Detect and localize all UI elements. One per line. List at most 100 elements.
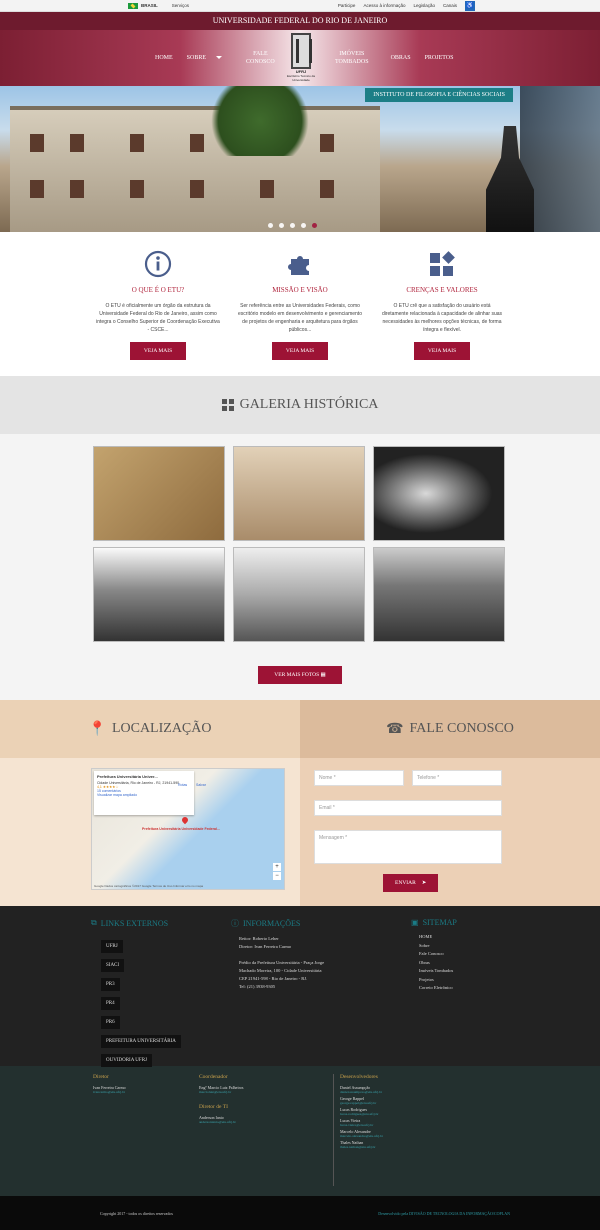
- ext-link-pr4[interactable]: PR4: [101, 997, 120, 1010]
- location-title: LOCALIZAÇÃO: [111, 721, 212, 736]
- gov-link-participe[interactable]: Participe: [338, 3, 356, 8]
- team-section: Diretor Ivan Ferreira Carmo ivancarmo@et…: [0, 1066, 600, 1196]
- coordinator-heading: Coordenador: [199, 1074, 228, 1080]
- info-line: CEP 21941-598 - Rio de Janeiro - RJ.: [239, 976, 308, 981]
- message-textarea[interactable]: Mensagem *: [314, 830, 502, 864]
- gallery-photo-2[interactable]: [233, 446, 365, 541]
- email-input[interactable]: Email *: [314, 800, 502, 816]
- map-footer: Google Dados cartográficos ©2017 Google …: [94, 884, 204, 888]
- ext-link-ouvidoria[interactable]: OUVIDORIA UFRJ: [101, 1054, 152, 1067]
- paper-plane-icon: ➤: [421, 880, 427, 886]
- gallery-photo-6[interactable]: [373, 547, 505, 642]
- nav-obras[interactable]: OBRAS: [391, 55, 411, 61]
- contact-panel: ☎ FALE CONOSCO Nome * Telefone * Email *…: [300, 700, 600, 906]
- sitemap-imoveis[interactable]: Imóveis Tombados: [419, 967, 457, 976]
- dev-email[interactable]: marcelo.alexandre@etu.ufrj.br: [340, 1134, 383, 1138]
- veja-mais-button[interactable]: VEJA MAIS: [271, 342, 329, 360]
- info-heading: ⓘ INFORMAÇÕES: [231, 918, 411, 929]
- copyright-text: Copyright 2017 - todos os direitos reser…: [100, 1210, 173, 1216]
- gallery-photo-3[interactable]: [373, 446, 505, 541]
- etu-logo[interactable]: UFRJ Escritório Técnico da Universidade: [285, 33, 317, 83]
- zoom-out-button[interactable]: −: [273, 872, 281, 880]
- feature-title: MISSÃO E VISÃO: [272, 286, 328, 294]
- brazil-flag-icon[interactable]: [128, 2, 138, 9]
- send-button[interactable]: ENVIAR ➤: [383, 874, 439, 892]
- dev-email[interactable]: daniel.assumpcao@etu.ufrj.br: [340, 1090, 383, 1094]
- ext-link-prefeitura[interactable]: PREFEITURA UNIVERSITÁRIA: [101, 1035, 181, 1048]
- nav-fale-conosco[interactable]: FALE CONOSCO: [246, 50, 275, 66]
- dev-email[interactable]: thales.nathan@etu.ufrj.br: [340, 1145, 383, 1149]
- sitemap-sobre[interactable]: Sobre: [419, 942, 457, 951]
- ti-heading: Diretor de TI: [199, 1104, 228, 1110]
- dev-email[interactable]: george.rappel@etu.ufrj.br: [340, 1101, 383, 1105]
- feature-title: O QUE É O ETU?: [131, 286, 185, 294]
- info-line: Diretor: Ivan Ferreira Carmo: [239, 944, 292, 949]
- phone-input[interactable]: Telefone *: [412, 770, 502, 786]
- feature-text: O ETU é oficialmente um órgão da estrutu…: [96, 303, 220, 333]
- external-links-heading: ⧉ LINKS EXTERNOS: [91, 918, 231, 928]
- sitemap-obras[interactable]: Obras: [419, 959, 457, 968]
- gov-link-legislacao[interactable]: Legislação: [413, 3, 435, 8]
- sitemap-fale-conosco[interactable]: Fale Conosco: [419, 950, 457, 959]
- nav-home[interactable]: HOME: [155, 55, 173, 61]
- nav-imoveis-line2: TOMBADOS: [335, 59, 369, 65]
- map-save-button[interactable]: Salvar: [196, 783, 206, 787]
- sitemap-heading: ▣ SITEMAP: [411, 918, 457, 927]
- ti-email[interactable]: andersonianio@etu.ufrj.br: [199, 1120, 327, 1124]
- map-routes-button[interactable]: Rotas: [178, 783, 187, 787]
- ver-mais-fotos-button[interactable]: VER MAIS FOTOS ▦: [258, 666, 342, 684]
- main-nav: HOME SOBRE FALE CONOSCO UFRJ Escritório T…: [0, 30, 600, 86]
- gov-link-canais[interactable]: Canais: [443, 3, 457, 8]
- gov-bar: BRASIL Serviços Participe Acesso à infor…: [0, 0, 600, 12]
- dev-email[interactable]: lucas.rodrigues@etu.ufrj.br: [340, 1112, 383, 1116]
- sitemap-projetos[interactable]: Projetos: [419, 976, 457, 985]
- grid-icon: [221, 399, 234, 411]
- hero-institute-label: INSTITUTO DE FILOSOFIA E CIÊNCIAS SOCIAI…: [365, 88, 513, 102]
- sitemap-icon: ▣: [411, 918, 419, 927]
- gov-brasil-link[interactable]: BRASIL: [141, 3, 158, 8]
- hero-carousel[interactable]: INSTITUTO DE FILOSOFIA E CIÊNCIAS SOCIAI…: [0, 86, 600, 232]
- map-info-card: Prefeitura Universitária Univer... Cidad…: [94, 771, 194, 815]
- nav-sobre[interactable]: SOBRE: [187, 55, 223, 61]
- bottom-bar: Copyright 2017 - todos os direitos reser…: [0, 1196, 600, 1230]
- carousel-dot-4[interactable]: [301, 223, 306, 228]
- carousel-dot-1[interactable]: [268, 223, 273, 228]
- contact-title: FALE CONOSCO: [409, 721, 514, 736]
- sitemap-correio[interactable]: Correio Eletrônico: [419, 984, 457, 993]
- nav-projetos[interactable]: PROJETOS: [425, 55, 454, 61]
- logo-caption: Escritório Técnico da Universidade: [287, 74, 315, 82]
- gov-services-link[interactable]: Serviços: [172, 3, 189, 8]
- nav-imoveis-tombados[interactable]: IMÓVEIS TOMBADOS: [335, 50, 369, 66]
- ext-link-ufrj[interactable]: UFRJ: [101, 940, 123, 953]
- footer: ⧉ LINKS EXTERNOS UFRJ SIACI PR3 PR4 PR6 P…: [0, 906, 600, 1067]
- gallery-photo-1[interactable]: [93, 446, 225, 541]
- gov-link-acesso[interactable]: Acesso à informação: [363, 3, 405, 8]
- ext-link-pr3[interactable]: PR3: [101, 978, 120, 991]
- ext-link-pr6[interactable]: PR6: [101, 1016, 120, 1029]
- phone-icon: ☎: [386, 721, 404, 737]
- ext-link-siaci[interactable]: SIACI: [101, 959, 125, 972]
- info-column: ⓘ INFORMAÇÕES Reitor: Roberto Leher Diret…: [231, 918, 411, 1066]
- info-title: INFORMAÇÕES: [243, 919, 301, 928]
- map-pin-icon[interactable]: [180, 815, 190, 825]
- dev-email[interactable]: lucas.vieira@etu.ufrj.br: [340, 1123, 383, 1127]
- accessibility-icon[interactable]: ♿: [465, 0, 475, 11]
- map-bigger-link[interactable]: Visualizar mapa ampliado: [97, 793, 191, 797]
- info-circle-icon: ⓘ: [231, 919, 239, 928]
- coordinator-email[interactable]: marcioluiz@etu.ufrj.br: [199, 1090, 327, 1094]
- zoom-in-button[interactable]: +: [273, 863, 281, 871]
- hero-building-image: [10, 106, 380, 232]
- google-map[interactable]: Prefeitura Universitária Univer... Cidad…: [91, 768, 285, 890]
- name-input[interactable]: Nome *: [314, 770, 404, 786]
- gallery-photo-4[interactable]: [93, 547, 225, 642]
- carousel-dot-3[interactable]: [290, 223, 295, 228]
- gallery-photo-5[interactable]: [233, 547, 365, 642]
- carousel-dot-2[interactable]: [279, 223, 284, 228]
- developed-by-link[interactable]: DIVISÃO DE TECNOLOGIA DA INFORMAÇÃO/COPL…: [409, 1211, 510, 1216]
- map-place-title[interactable]: Prefeitura Universitária Univer...: [97, 774, 191, 779]
- carousel-dot-5[interactable]: [312, 223, 317, 228]
- director-email[interactable]: ivancarmo@etu.ufrj.br: [93, 1090, 199, 1094]
- veja-mais-button[interactable]: VEJA MAIS: [413, 342, 471, 360]
- sitemap-home[interactable]: HOME: [419, 933, 457, 942]
- veja-mais-button[interactable]: VEJA MAIS: [129, 342, 187, 360]
